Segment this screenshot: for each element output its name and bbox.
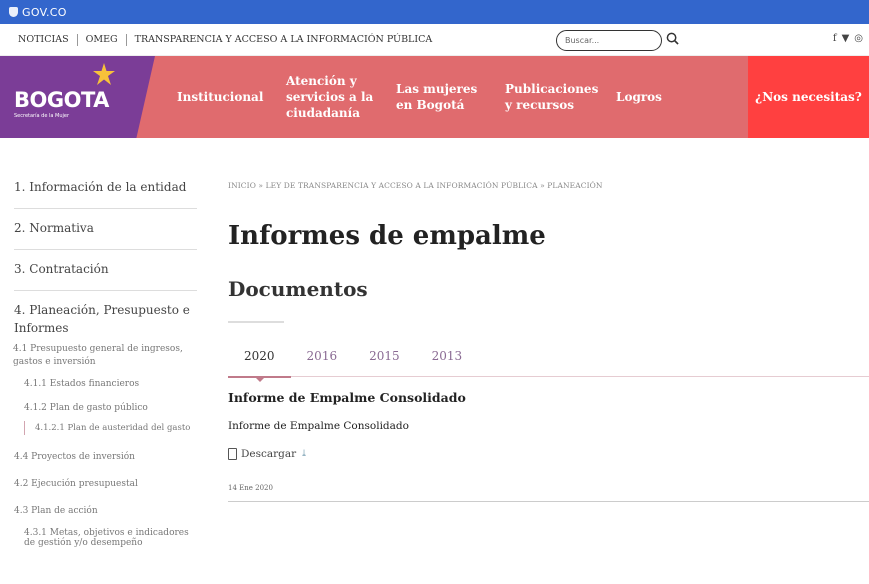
- gov-label[interactable]: GOV.CO: [22, 6, 67, 19]
- tab-2015-label: 2015: [369, 349, 400, 363]
- top-nav: NOTICIAS OMEG TRANSPARENCIA Y ACCESO A L…: [0, 24, 869, 56]
- sidebar-sub-ejecucion[interactable]: 4.2 Ejecución presupuestal: [14, 478, 197, 491]
- document-date: 14 Ene 2020: [228, 484, 273, 492]
- nav-mujeres-label: Las mujeres en Bogotá: [396, 82, 478, 112]
- active-tab-indicator: [255, 377, 265, 382]
- tab-2016[interactable]: 2016: [291, 349, 354, 377]
- page-title: Informes de empalme: [228, 221, 546, 251]
- nav-atencion-label: Atención y servicios a la ciudadanía: [286, 74, 374, 120]
- search-icon[interactable]: [666, 32, 679, 45]
- need-help-button[interactable]: ¿Nos necesitas?: [748, 56, 869, 138]
- section-title: Documentos: [228, 277, 368, 301]
- tab-2020[interactable]: 2020: [228, 349, 291, 382]
- section-divider: [228, 321, 284, 323]
- document-title: Informe de Empalme Consolidado: [228, 390, 466, 405]
- nav-institucional-label: Institucional: [177, 90, 264, 104]
- tab-2013[interactable]: 2013: [416, 349, 479, 377]
- star-icon: [93, 63, 115, 85]
- logo-text: BOGOTA: [14, 88, 109, 112]
- logo-subtitle: Secretaría de la Mujer: [14, 113, 70, 119]
- nav-institucional[interactable]: Institucional: [177, 56, 267, 138]
- facebook-icon[interactable]: f: [833, 33, 837, 44]
- download-link[interactable]: Descargar ⤓: [228, 448, 308, 460]
- social-links: f ▼ ◎: [833, 33, 863, 44]
- nav-transparencia-link[interactable]: TRANSPARENCIA Y ACCESO A LA INFORMACIÓN …: [135, 34, 441, 46]
- sidebar-sub-estados[interactable]: 4.1.1 Estados financieros: [14, 379, 197, 389]
- sidebar-sub-austeridad[interactable]: 4.1.2.1 Plan de austeridad del gasto: [24, 421, 197, 435]
- sidebar-item-planeacion[interactable]: 4. Planeación, Presupuesto e Informes: [14, 291, 197, 343]
- sidebar-item-contratacion[interactable]: 3. Contratación: [14, 250, 197, 291]
- nav-publicaciones-label: Publicaciones y recursos: [505, 82, 599, 112]
- sidebar-item-informacion[interactable]: 1. Información de la entidad: [14, 168, 197, 209]
- download-label: Descargar: [241, 448, 297, 460]
- tab-2020-label: 2020: [244, 349, 275, 363]
- nav-atencion[interactable]: Atención y servicios a la ciudadanía: [286, 56, 376, 138]
- twitter-icon[interactable]: ▼: [842, 33, 850, 44]
- nav-omeg-link[interactable]: OMEG: [86, 33, 127, 46]
- breadcrumb[interactable]: INICIO » LEY DE TRANSPARENCIA Y ACCESO A…: [228, 181, 603, 190]
- nav-logros[interactable]: Logros: [616, 56, 676, 138]
- download-icon: ⤓: [300, 449, 308, 459]
- sidebar-sub-proyectos[interactable]: 4.4 Proyectos de inversión: [14, 451, 197, 464]
- search-input[interactable]: Buscar...: [556, 30, 662, 51]
- sidebar-item-normativa[interactable]: 2. Normativa: [14, 209, 197, 250]
- search-placeholder: Buscar...: [565, 36, 600, 45]
- need-help-label: ¿Nos necesitas?: [755, 90, 862, 104]
- gov-bar: GOV.CO: [0, 0, 869, 24]
- nav-mujeres[interactable]: Las mujeres en Bogotá: [396, 56, 480, 138]
- nav-noticias-link[interactable]: NOTICIAS: [18, 33, 78, 46]
- sidebar-sub-metas[interactable]: 4.3.1 Metas, objetivos e indicadores de …: [14, 528, 194, 548]
- gov-shield-icon: [9, 7, 18, 17]
- tab-2013-label: 2013: [431, 349, 463, 363]
- sidebar-sub-plan-gasto[interactable]: 4.1.2 Plan de gasto público: [14, 403, 197, 413]
- document-description: Informe de Empalme Consolidado: [228, 420, 409, 432]
- sidebar-sub-presupuesto[interactable]: 4.1 Presupuesto general de ingresos, gas…: [13, 343, 197, 369]
- document-divider: [228, 501, 869, 502]
- tab-2015[interactable]: 2015: [353, 349, 416, 377]
- sidebar-sub-plan-accion[interactable]: 4.3 Plan de acción: [14, 505, 197, 518]
- nav-publicaciones[interactable]: Publicaciones y recursos: [505, 56, 599, 138]
- instagram-icon[interactable]: ◎: [854, 33, 863, 44]
- year-tabs: 2020 2016 2015 2013: [228, 349, 869, 382]
- tab-2016-label: 2016: [306, 349, 338, 363]
- sidebar: 1. Información de la entidad 2. Normativ…: [13, 168, 197, 548]
- nav-logros-label: Logros: [616, 90, 662, 104]
- logo[interactable]: BOGOTA Secretaría de la Mujer: [0, 56, 155, 138]
- file-icon: [228, 448, 237, 460]
- brand-bar: BOGOTA Secretaría de la Mujer Institucio…: [0, 56, 869, 138]
